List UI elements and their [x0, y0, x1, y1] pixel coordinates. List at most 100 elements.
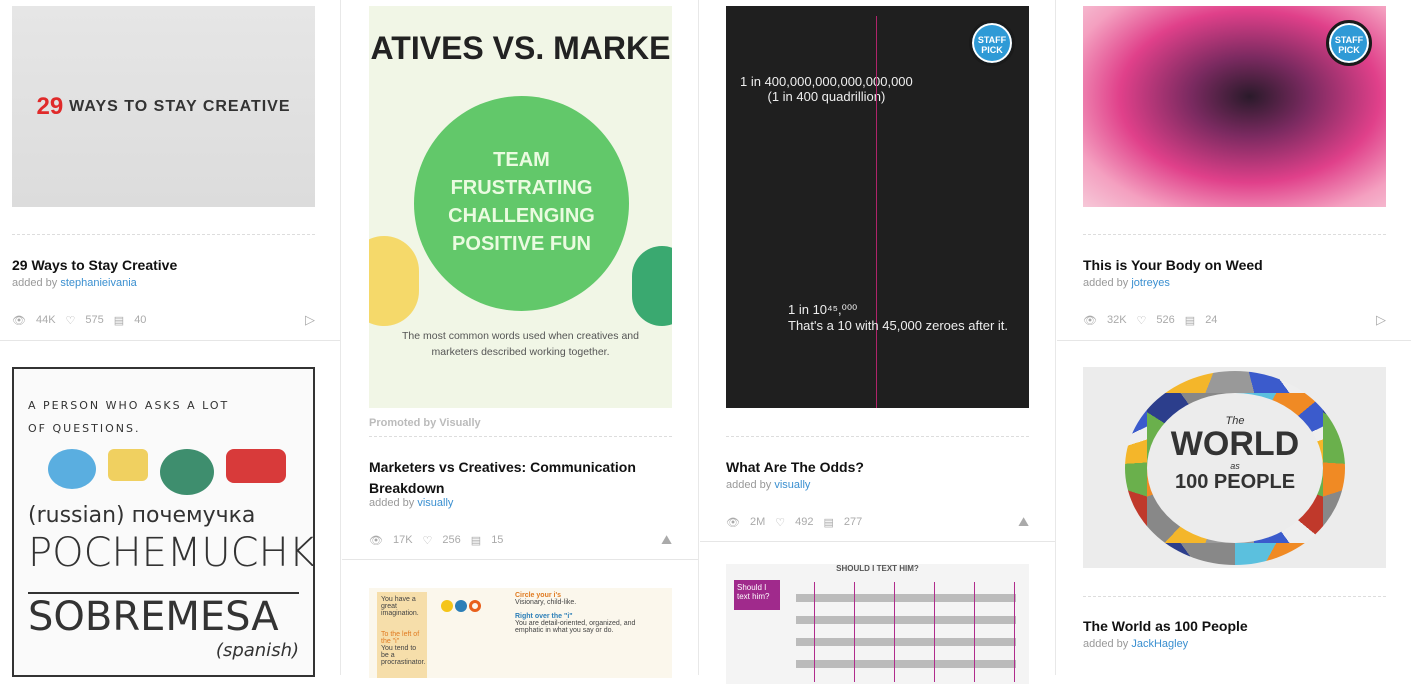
infographic-icon: ⛰︎ — [1018, 514, 1029, 529]
thumb-line: You are detail-oriented, organized, and … — [515, 620, 636, 634]
likes-count: 526 — [1156, 314, 1175, 326]
card-pochemuchka[interactable]: A PERSON WHO ASKS A LOT OF QUESTIONS. (r… — [0, 341, 340, 681]
card-should-i-text-him[interactable]: SHOULD I TEXT HIM? Should I text him? — [700, 542, 1055, 684]
staff-pick-badge: STAFF PICK — [1326, 20, 1372, 66]
flowchart — [796, 582, 1016, 682]
comments-count: 15 — [491, 534, 504, 546]
thumb-title: The WORLD as 100 PEOPLE — [1147, 393, 1323, 543]
likes-count: 256 — [442, 534, 461, 546]
heart-icon[interactable]: ♡ — [66, 314, 76, 327]
thumbnail[interactable]: STAFF PICK — [1083, 6, 1386, 207]
divider — [1083, 234, 1386, 235]
thumb-number: 29 — [36, 92, 64, 120]
yellow-hand — [369, 236, 419, 326]
likes-count: 492 — [795, 516, 814, 528]
user-link[interactable]: visually — [774, 479, 810, 491]
views-icon: 👁︎ — [12, 314, 26, 327]
added-by-label: added by — [1083, 277, 1129, 289]
user-link[interactable]: stephanieivania — [60, 277, 136, 289]
thumb-line: Should I text him? — [734, 580, 780, 610]
views-icon: 👁︎ — [726, 516, 740, 529]
thumb-caption: The most common words used when creative… — [402, 330, 639, 358]
thumb-line: SOBREMESA — [28, 592, 299, 640]
divider — [726, 436, 1029, 437]
card-title[interactable]: This is Your Body on Weed — [1083, 255, 1386, 276]
views-count: 32K — [1106, 314, 1127, 326]
staff-pick-badge: STAFF PICK — [969, 20, 1015, 66]
infographic-icon: ⛰︎ — [661, 532, 672, 547]
card-handwriting[interactable]: You have a great imagination. To the left… — [342, 560, 698, 680]
speech-bubbles — [48, 449, 299, 495]
thumbnail[interactable]: The WORLD as 100 PEOPLE — [1083, 367, 1386, 568]
user-link[interactable]: JackHagley — [1131, 638, 1188, 650]
card-marketers-vs-creatives[interactable]: ATIVES VS. MARKE TEAM FRUSTRATING CHALLE… — [342, 0, 698, 560]
thumbnail[interactable]: ATIVES VS. MARKE TEAM FRUSTRATING CHALLE… — [369, 6, 672, 408]
column-4: STAFF PICK This is Your Body on Weed add… — [1057, 0, 1411, 675]
views-icon: 👁︎ — [1083, 314, 1097, 327]
comments-count: 24 — [1205, 314, 1218, 326]
divider — [369, 436, 672, 437]
comment-icon: ▤ — [113, 314, 125, 327]
play-icon: ▷ — [1376, 312, 1386, 327]
views-icon: 👁︎ — [369, 534, 383, 547]
comment-icon: ▤ — [1184, 314, 1196, 327]
added-by-label: added by — [1083, 638, 1129, 650]
thumb-text: 1 in 400,000,000,000,000,000 (1 in 400 qu… — [740, 74, 913, 104]
thumb-text: WAYS TO STAY CREATIVE — [69, 97, 291, 115]
thumb-line: Visionary, child-like. — [515, 599, 577, 606]
thumb-line: Circle your i's — [515, 592, 562, 599]
comment-icon: ▤ — [470, 534, 482, 547]
column-1: 29 WAYS TO STAY CREATIVE 29 Ways to Stay… — [0, 0, 341, 677]
views-count: 17K — [392, 534, 413, 546]
likes-count: 575 — [85, 314, 104, 326]
added-by-label: added by — [726, 479, 772, 491]
thumb-line: SHOULD I TEXT HIM? — [836, 564, 919, 573]
card-title[interactable]: Marketers vs Creatives: Communication Br… — [369, 457, 672, 499]
card-world-100-people[interactable]: The WORLD as 100 PEOPLE The World as 100… — [1057, 341, 1411, 681]
card-what-are-the-odds[interactable]: STAFF PICK 1 in 400,000,000,000,000,000(… — [700, 0, 1055, 542]
green-hand — [632, 246, 672, 326]
thumb-line: You have a great imagination. — [381, 596, 419, 617]
thumb-line: Right over the "i" — [515, 613, 573, 620]
promoted-label: Promoted by Visually — [369, 417, 481, 429]
column-2: ATIVES VS. MARKE TEAM FRUSTRATING CHALLE… — [342, 0, 699, 678]
thumbnail[interactable]: STAFF PICK 1 in 400,000,000,000,000,000(… — [726, 6, 1029, 408]
thumbnail[interactable]: 29 WAYS TO STAY CREATIVE — [12, 6, 315, 207]
card-title[interactable]: The World as 100 People — [1083, 616, 1386, 637]
added-by-label: added by — [369, 497, 415, 509]
added-by-label: added by — [12, 277, 58, 289]
heart-icon[interactable]: ♡ — [775, 516, 785, 529]
thumb-line: You tend to be a procrastinator. — [381, 645, 426, 666]
thumb-heading: ATIVES VS. MARKE — [370, 30, 671, 66]
stats: 👁︎ 17K ♡ 256 ▤ 15 ⛰︎ — [369, 532, 672, 548]
heart-icon[interactable]: ♡ — [423, 534, 433, 547]
stats: 👁︎ 2M ♡ 492 ▤ 277 ⛰︎ — [726, 514, 1029, 530]
thumbnail[interactable]: You have a great imagination. To the left… — [369, 588, 672, 678]
user-link[interactable]: jotreyes — [1131, 277, 1170, 289]
user-link[interactable]: visually — [417, 497, 453, 509]
word-cloud: TEAM FRUSTRATING CHALLENGING POSITIVE FU… — [414, 96, 629, 311]
thumb-text: 1 in 10⁴⁵,⁰⁰⁰ That's a 10 with 45,000 zer… — [788, 302, 1008, 333]
card-body-on-weed[interactable]: STAFF PICK This is Your Body on Weed add… — [1057, 0, 1411, 341]
card-29-ways[interactable]: 29 WAYS TO STAY CREATIVE 29 Ways to Stay… — [0, 0, 340, 341]
views-count: 2M — [749, 516, 766, 528]
comments-count: 40 — [134, 314, 147, 326]
column-3: STAFF PICK 1 in 400,000,000,000,000,000(… — [700, 0, 1056, 684]
timeline — [876, 16, 877, 408]
divider — [1083, 596, 1386, 597]
stats: 👁︎ 44K ♡ 575 ▤ 40 ▷ — [12, 312, 315, 328]
thumbnail[interactable]: SHOULD I TEXT HIM? Should I text him? — [726, 564, 1029, 684]
card-title[interactable]: 29 Ways to Stay Creative — [12, 255, 315, 276]
views-count: 44K — [35, 314, 56, 326]
heart-icon[interactable]: ♡ — [1137, 314, 1147, 327]
play-icon: ▷ — [305, 312, 315, 327]
card-title[interactable]: What Are The Odds? — [726, 457, 1029, 478]
divider — [12, 234, 315, 235]
thumbnail[interactable]: A PERSON WHO ASKS A LOT OF QUESTIONS. (r… — [12, 367, 315, 677]
thumb-line: OF QUESTIONS. — [28, 422, 141, 435]
thumb-line: To the left of the "i" — [381, 631, 420, 645]
comments-count: 277 — [843, 516, 863, 528]
thumb-line: (russian) почемучка — [28, 503, 256, 528]
thumb-line: POCHEMUCHKA — [28, 530, 315, 576]
stats: 👁︎ 32K ♡ 526 ▤ 24 ▷ — [1083, 312, 1386, 328]
